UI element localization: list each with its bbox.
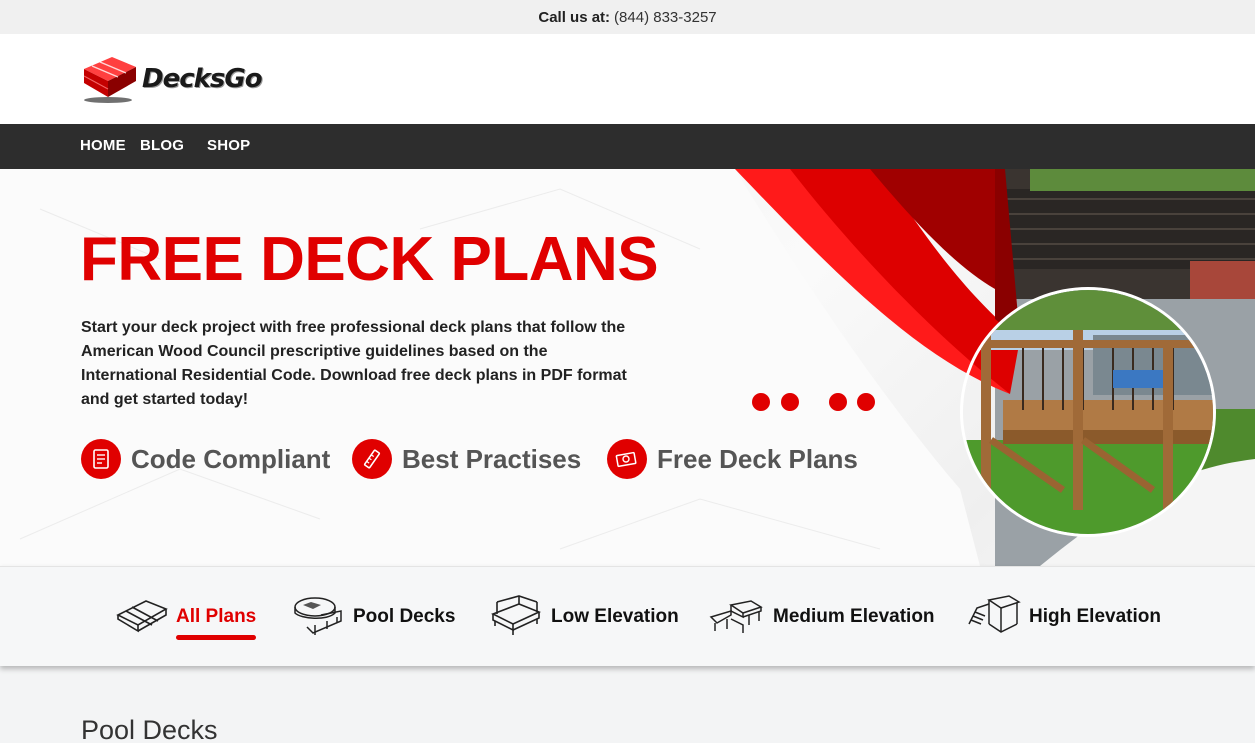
carousel-dot[interactable] (857, 393, 875, 411)
hero-banner: FREE DECK PLANS Start your deck project … (0, 169, 1255, 566)
tab-pool-decks[interactable]: Pool Decks (291, 595, 455, 639)
contact-bar: Call us at: (844) 833-3257 (0, 0, 1255, 34)
tab-label: High Elevation (1029, 606, 1161, 627)
tab-label: Low Elevation (551, 606, 679, 627)
hero-title: FREE DECK PLANS (80, 225, 659, 294)
pool-deck-icon (291, 593, 345, 642)
feature-label: Best Practises (402, 443, 582, 474)
feature-best-practises: Best Practises (352, 439, 581, 479)
logo-text: DecksGo (142, 64, 263, 94)
carousel-dot[interactable] (752, 393, 770, 411)
nav-blog[interactable]: BLOG (140, 137, 184, 154)
nav-shop[interactable]: SHOP (207, 137, 250, 154)
ruler-icon (352, 439, 392, 479)
feature-label: Free Deck Plans (657, 443, 858, 474)
carousel-dot[interactable] (781, 393, 799, 411)
medium-deck-icon (709, 595, 765, 640)
phone-number[interactable]: (844) 833-3257 (614, 9, 717, 26)
site-logo[interactable]: DecksGo (82, 52, 307, 106)
tab-all-plans[interactable]: All Plans (116, 595, 257, 640)
tab-label: All Plans (176, 606, 257, 640)
tab-low-elevation[interactable]: Low Elevation (489, 594, 679, 641)
deck-boards-icon (116, 595, 168, 640)
deck-photo (960, 287, 1216, 537)
section-title: Pool Decks (81, 715, 218, 743)
money-icon (607, 439, 647, 479)
tab-high-elevation[interactable]: High Elevation (967, 594, 1161, 641)
carousel-dot[interactable] (829, 393, 847, 411)
category-tabs: All Plans Pool Decks Low Elevation Mediu… (0, 566, 1255, 666)
high-deck-icon (967, 594, 1021, 641)
tab-medium-elevation[interactable]: Medium Elevation (709, 595, 935, 639)
tab-label: Medium Elevation (773, 606, 935, 627)
call-label: Call us at: (538, 8, 611, 26)
feature-free-deck-plans: Free Deck Plans (607, 439, 858, 479)
hero-description: Start your deck project with free profes… (81, 319, 627, 408)
decksgo-logo-icon (83, 57, 136, 103)
low-deck-icon (489, 594, 543, 641)
main-nav: HOME BLOG SHOP (0, 124, 1255, 169)
feature-code-compliant: Code Compliant (81, 439, 330, 479)
site-header: DecksGo (0, 34, 1255, 124)
document-icon (81, 439, 121, 479)
nav-home[interactable]: HOME (80, 137, 126, 154)
tab-label: Pool Decks (353, 606, 456, 627)
deck-photo-image (963, 290, 1213, 534)
feature-label: Code Compliant (131, 443, 331, 474)
